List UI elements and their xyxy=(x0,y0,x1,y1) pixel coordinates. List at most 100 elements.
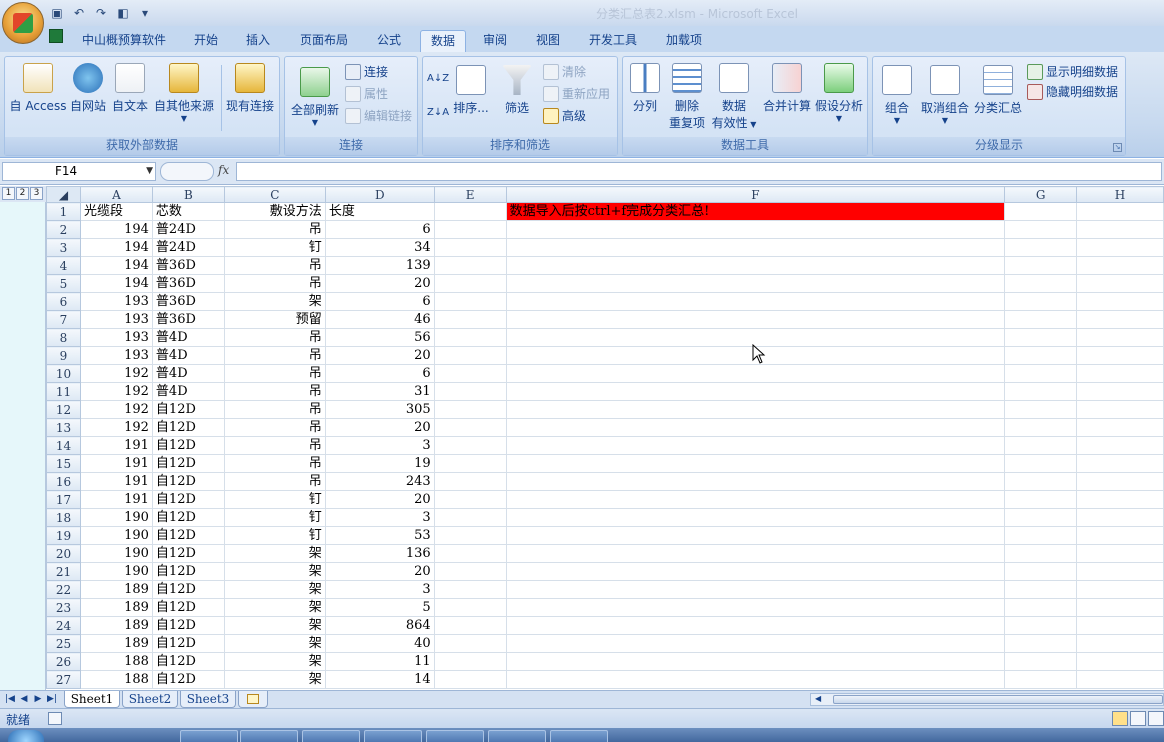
cell-e[interactable] xyxy=(433,346,507,365)
cell-g[interactable] xyxy=(1004,418,1078,437)
cell-f[interactable] xyxy=(505,418,1006,437)
text-to-columns-button[interactable]: 分列 xyxy=(627,63,663,114)
row-header[interactable]: 15 xyxy=(46,454,81,473)
data-validation-button[interactable]: 数据 有效性 ▼ xyxy=(709,63,759,131)
cell-c[interactable]: 架 xyxy=(223,652,326,671)
subtotal-button[interactable]: 分类汇总 xyxy=(971,65,1025,116)
first-sheet-button[interactable]: |◀ xyxy=(4,693,16,705)
column-header-h[interactable]: H xyxy=(1076,186,1164,203)
row-header[interactable]: 2 xyxy=(46,220,81,239)
cell-h[interactable] xyxy=(1076,526,1164,545)
show-detail-button[interactable]: 显示明细数据 xyxy=(1027,63,1118,80)
from-other-sources-button[interactable]: 自其他来源 ▼ xyxy=(151,63,217,123)
cell-a[interactable]: 193 xyxy=(79,328,153,347)
cell-g[interactable] xyxy=(1004,328,1078,347)
cell-f[interactable] xyxy=(505,382,1006,401)
scroll-thumb[interactable] xyxy=(833,695,1163,704)
sort-az-button[interactable]: A↓Z xyxy=(427,73,449,84)
cell-c[interactable]: 吊 xyxy=(223,472,326,491)
row-header[interactable]: 5 xyxy=(46,274,81,293)
cell-b[interactable]: 自12D xyxy=(151,616,225,635)
cell-h[interactable] xyxy=(1076,400,1164,419)
cell-c[interactable]: 架 xyxy=(223,292,326,311)
cell-f[interactable] xyxy=(505,526,1006,545)
cell-e[interactable] xyxy=(433,526,507,545)
existing-connections-button[interactable]: 现有连接 xyxy=(223,63,277,114)
clear-filter-button[interactable]: 清除 xyxy=(543,63,586,80)
row-header[interactable]: 12 xyxy=(46,400,81,419)
cell-h[interactable] xyxy=(1076,634,1164,653)
cell-c[interactable]: 架 xyxy=(223,634,326,653)
cell-c[interactable]: 吊 xyxy=(223,328,326,347)
tab-home[interactable]: 开始 xyxy=(186,30,226,52)
cell-d[interactable]: 长度 xyxy=(324,202,435,221)
cell-g[interactable] xyxy=(1004,202,1078,221)
cell-c[interactable]: 钉 xyxy=(223,526,326,545)
cell-b[interactable]: 普4D xyxy=(151,346,225,365)
cell-h[interactable] xyxy=(1076,346,1164,365)
cell-f[interactable] xyxy=(505,472,1006,491)
tab-page-layout[interactable]: 页面布局 xyxy=(292,30,356,52)
cell-e[interactable] xyxy=(433,310,507,329)
cell-c[interactable]: 钉 xyxy=(223,508,326,527)
cell-d[interactable]: 20 xyxy=(324,490,435,509)
insert-function-button[interactable]: fx xyxy=(218,163,229,177)
cell-b[interactable]: 自12D xyxy=(151,454,225,473)
cell-a[interactable]: 191 xyxy=(79,472,153,491)
taskbar-item[interactable] xyxy=(180,730,238,742)
row-header[interactable]: 3 xyxy=(46,238,81,257)
cell-h[interactable] xyxy=(1076,544,1164,563)
row-header[interactable]: 13 xyxy=(46,418,81,437)
cell-a[interactable]: 189 xyxy=(79,634,153,653)
cell-b[interactable]: 普36D xyxy=(151,274,225,293)
cell-f[interactable] xyxy=(505,562,1006,581)
cell-b[interactable]: 普36D xyxy=(151,310,225,329)
row-header[interactable]: 23 xyxy=(46,598,81,617)
cell-d[interactable]: 19 xyxy=(324,454,435,473)
cell-g[interactable] xyxy=(1004,382,1078,401)
outline-level-2-button[interactable]: 2 xyxy=(16,187,29,200)
cell-b[interactable]: 普36D xyxy=(151,256,225,275)
row-header[interactable]: 14 xyxy=(46,436,81,455)
row-header[interactable]: 16 xyxy=(46,472,81,491)
column-header-g[interactable]: G xyxy=(1004,186,1078,203)
row-header[interactable]: 11 xyxy=(46,382,81,401)
cell-g[interactable] xyxy=(1004,310,1078,329)
cell-e[interactable] xyxy=(433,580,507,599)
cell-c[interactable]: 架 xyxy=(223,616,326,635)
cell-a[interactable]: 192 xyxy=(79,418,153,437)
cell-d[interactable]: 40 xyxy=(324,634,435,653)
cell-c[interactable]: 钉 xyxy=(223,238,326,257)
cell-e[interactable] xyxy=(433,382,507,401)
insert-sheet-button[interactable] xyxy=(238,691,268,708)
cell-e[interactable] xyxy=(433,238,507,257)
from-access-button[interactable]: 自 Access xyxy=(9,63,67,114)
cell-h[interactable] xyxy=(1076,454,1164,473)
cell-g[interactable] xyxy=(1004,490,1078,509)
row-header[interactable]: 18 xyxy=(46,508,81,527)
cell-b[interactable]: 普24D xyxy=(151,238,225,257)
row-header[interactable]: 24 xyxy=(46,616,81,635)
cell-d[interactable]: 56 xyxy=(324,328,435,347)
cell-h[interactable] xyxy=(1076,598,1164,617)
from-text-button[interactable]: 自文本 xyxy=(109,63,151,114)
taskbar-item[interactable] xyxy=(240,730,298,742)
cell-e[interactable] xyxy=(433,670,507,689)
cell-h[interactable] xyxy=(1076,202,1164,221)
cell-d[interactable]: 3 xyxy=(324,508,435,527)
worksheet-grid[interactable]: ◢ A B C D E F G H 1 光缆段 芯数 敷设方法 长度 数据导入后按ctrl… xyxy=(46,186,1164,690)
cell-d[interactable]: 11 xyxy=(324,652,435,671)
cell-a[interactable]: 189 xyxy=(79,580,153,599)
cell-e[interactable] xyxy=(433,202,507,221)
cell-b[interactable]: 自12D xyxy=(151,400,225,419)
cell-e[interactable] xyxy=(433,508,507,527)
cell-d[interactable]: 20 xyxy=(324,274,435,293)
cell-h[interactable] xyxy=(1076,220,1164,239)
cell-h[interactable] xyxy=(1076,238,1164,257)
tab-zhongshan[interactable]: 中山概预算软件 xyxy=(72,30,176,52)
cell-f[interactable] xyxy=(505,652,1006,671)
cell-e[interactable] xyxy=(433,562,507,581)
cell-d[interactable]: 14 xyxy=(324,670,435,689)
row-header[interactable]: 9 xyxy=(46,346,81,365)
tab-developer[interactable]: 开发工具 xyxy=(582,30,644,52)
